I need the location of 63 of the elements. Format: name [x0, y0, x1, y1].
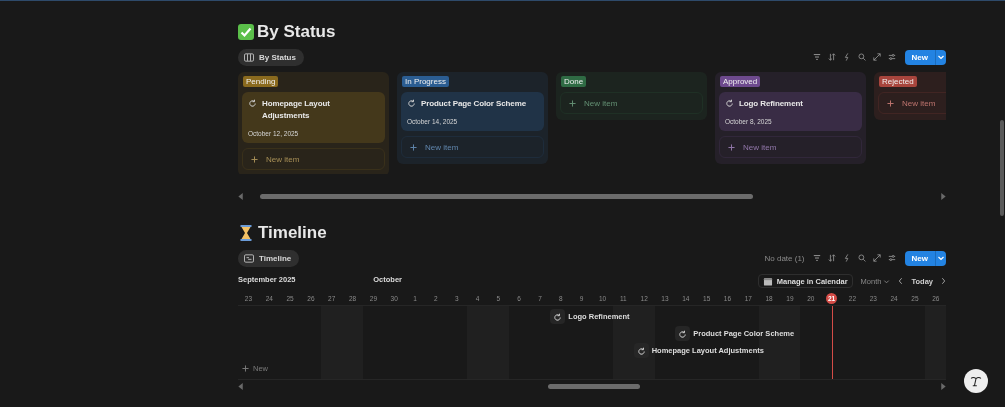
assistant-button[interactable] — [964, 369, 988, 393]
timeline-view-icon — [244, 253, 254, 263]
search-icon[interactable] — [857, 53, 866, 61]
new-item-button[interactable]: New item — [719, 136, 862, 158]
new-item-button[interactable]: New item — [242, 148, 385, 170]
plus-icon — [242, 365, 249, 372]
status-tag: Approved — [720, 76, 761, 87]
new-menu-button[interactable] — [935, 250, 946, 266]
settings-icon[interactable] — [887, 53, 896, 61]
scroll-right-icon[interactable] — [940, 382, 946, 390]
calendar-icon — [762, 276, 773, 286]
scroll-left-icon[interactable] — [238, 382, 244, 390]
card-title: Logo Refinement — [739, 98, 803, 110]
filter-icon[interactable] — [812, 254, 821, 262]
plus-icon — [728, 143, 735, 151]
scrollbar-thumb[interactable] — [260, 193, 753, 199]
expand-icon[interactable] — [872, 254, 881, 262]
caret-icon — [883, 277, 891, 285]
check-mark-icon — [238, 23, 254, 40]
next-icon[interactable] — [941, 277, 946, 285]
sort-icon[interactable] — [827, 53, 836, 61]
caret-icon — [937, 254, 945, 262]
board-view-icon — [244, 52, 254, 62]
new-item-button[interactable]: New item — [560, 92, 703, 114]
refresh-icon — [675, 326, 691, 341]
caret-icon — [937, 53, 945, 61]
plus-icon — [887, 99, 894, 107]
new-item-button[interactable]: New item — [401, 136, 544, 158]
card-title: Product Page Color Scheme — [421, 98, 527, 110]
no-date-link[interactable]: No date (1) — [764, 253, 805, 263]
scroll-left-icon[interactable] — [238, 192, 244, 200]
sort-icon[interactable] — [827, 254, 836, 262]
view-tab[interactable]: By Status — [238, 48, 304, 66]
expand-icon[interactable] — [872, 53, 881, 61]
status-tag: Pending — [243, 76, 279, 87]
lightning-icon[interactable] — [842, 254, 851, 262]
new-item-button[interactable]: New item — [878, 92, 946, 114]
plus-icon — [569, 99, 576, 107]
scroll-right-icon[interactable] — [940, 192, 946, 200]
search-icon[interactable] — [857, 254, 866, 262]
section-title: By Status — [257, 21, 336, 42]
refresh-icon — [407, 99, 416, 108]
new-menu-button[interactable] — [935, 49, 946, 65]
filter-icon[interactable] — [812, 53, 821, 61]
status-tag: Rejected — [879, 76, 917, 87]
previous-icon[interactable] — [898, 277, 904, 285]
section-title: Timeline — [258, 222, 327, 243]
hourglass-icon — [240, 224, 252, 241]
new-button[interactable]: New — [904, 49, 935, 65]
lightning-icon[interactable] — [842, 53, 851, 61]
scrollbar-thumb[interactable] — [547, 383, 640, 389]
status-tag: Done — [561, 76, 587, 87]
refresh-icon — [550, 309, 566, 324]
card-title: Homepage Layout Adjustments — [262, 98, 331, 122]
view-tab[interactable]: Timeline — [238, 249, 300, 267]
new-button[interactable]: New — [904, 250, 935, 266]
refresh-icon — [248, 99, 257, 108]
refresh-icon — [725, 99, 734, 108]
vertical-scrollbar[interactable] — [1000, 120, 1004, 216]
plus-icon — [251, 155, 258, 163]
plus-icon — [410, 143, 417, 151]
settings-icon[interactable] — [887, 254, 896, 262]
status-tag: In Progress — [402, 76, 449, 87]
